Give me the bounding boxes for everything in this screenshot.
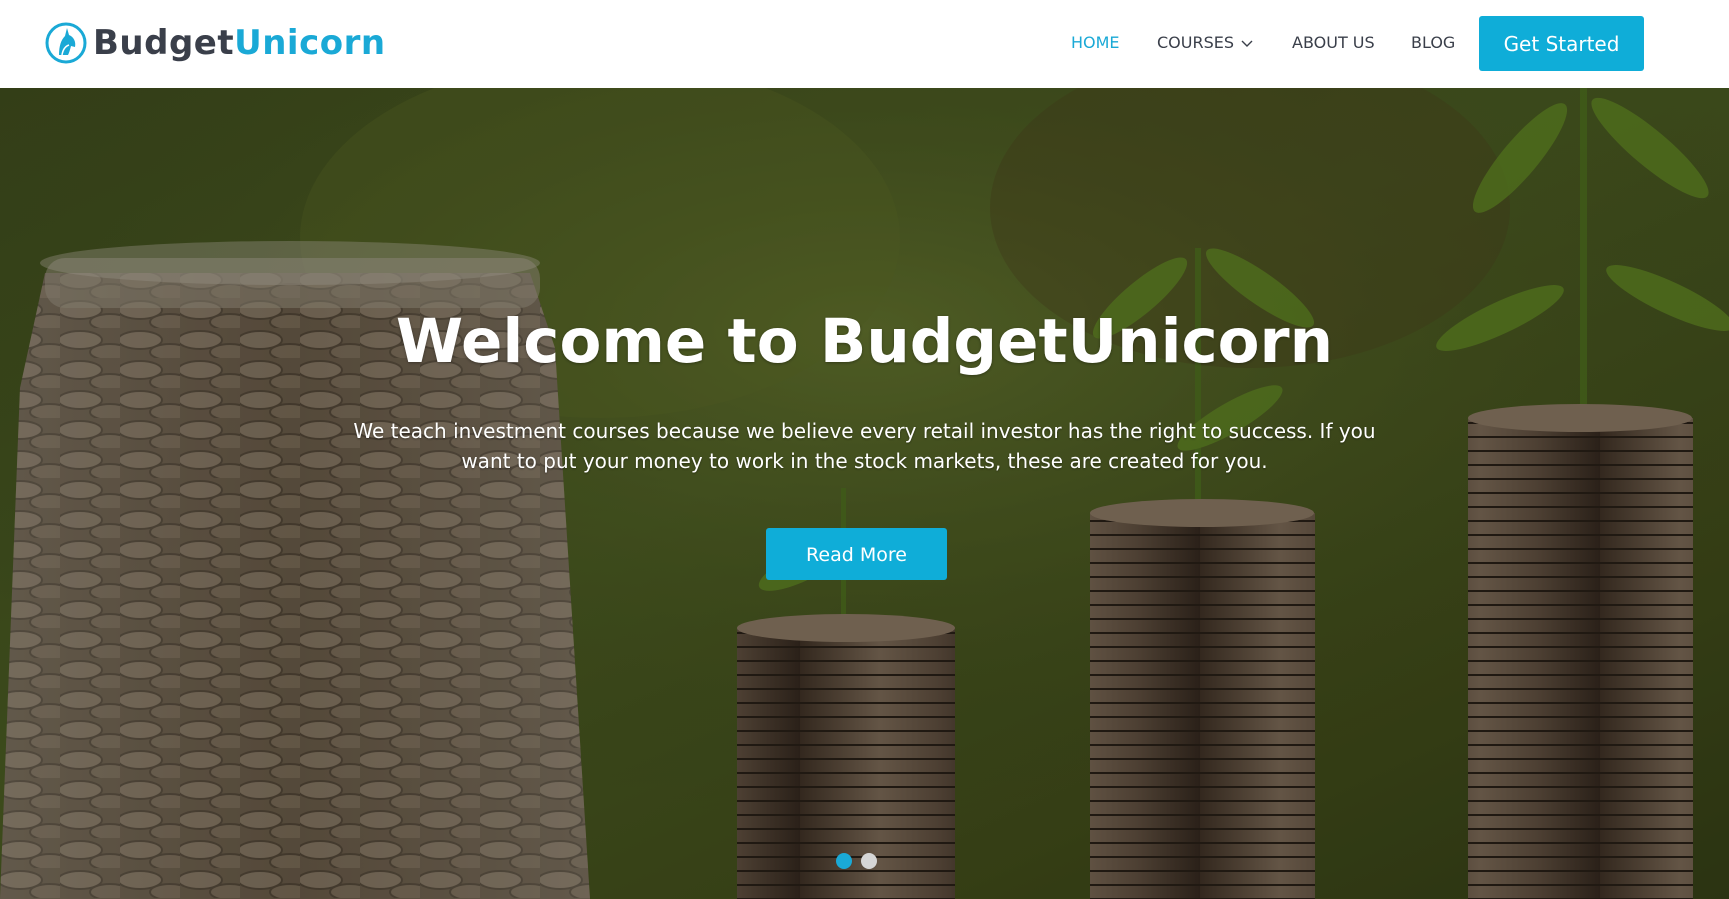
site-header: BudgetUnicorn HOME COURSES ABOUT US BLOG… [0,0,1729,88]
nav-item-home[interactable]: HOME [1071,34,1120,52]
hero-slider: Welcome to BudgetUnicorn We teach invest… [0,88,1729,899]
nav-item-about-us[interactable]: ABOUT US [1292,34,1375,52]
main-nav: HOME COURSES ABOUT US BLOG Get Started [0,0,1729,88]
hero-dark-overlay [0,88,1729,899]
nav-item-courses-label: COURSES [1157,33,1235,52]
hero-title: Welcome to BudgetUnicorn [395,306,1334,377]
hero-subtitle: We teach investment courses because we b… [353,419,1376,473]
nav-item-courses[interactable]: COURSES [1157,34,1254,52]
nav-item-blog[interactable]: BLOG [1411,34,1455,52]
read-more-button[interactable]: Read More [766,528,947,580]
slider-dot-2[interactable] [861,853,877,869]
slider-dot-1[interactable] [836,853,852,869]
slider-pagination [836,853,886,869]
chevron-down-icon [1241,40,1253,47]
get-started-button[interactable]: Get Started [1479,16,1644,71]
